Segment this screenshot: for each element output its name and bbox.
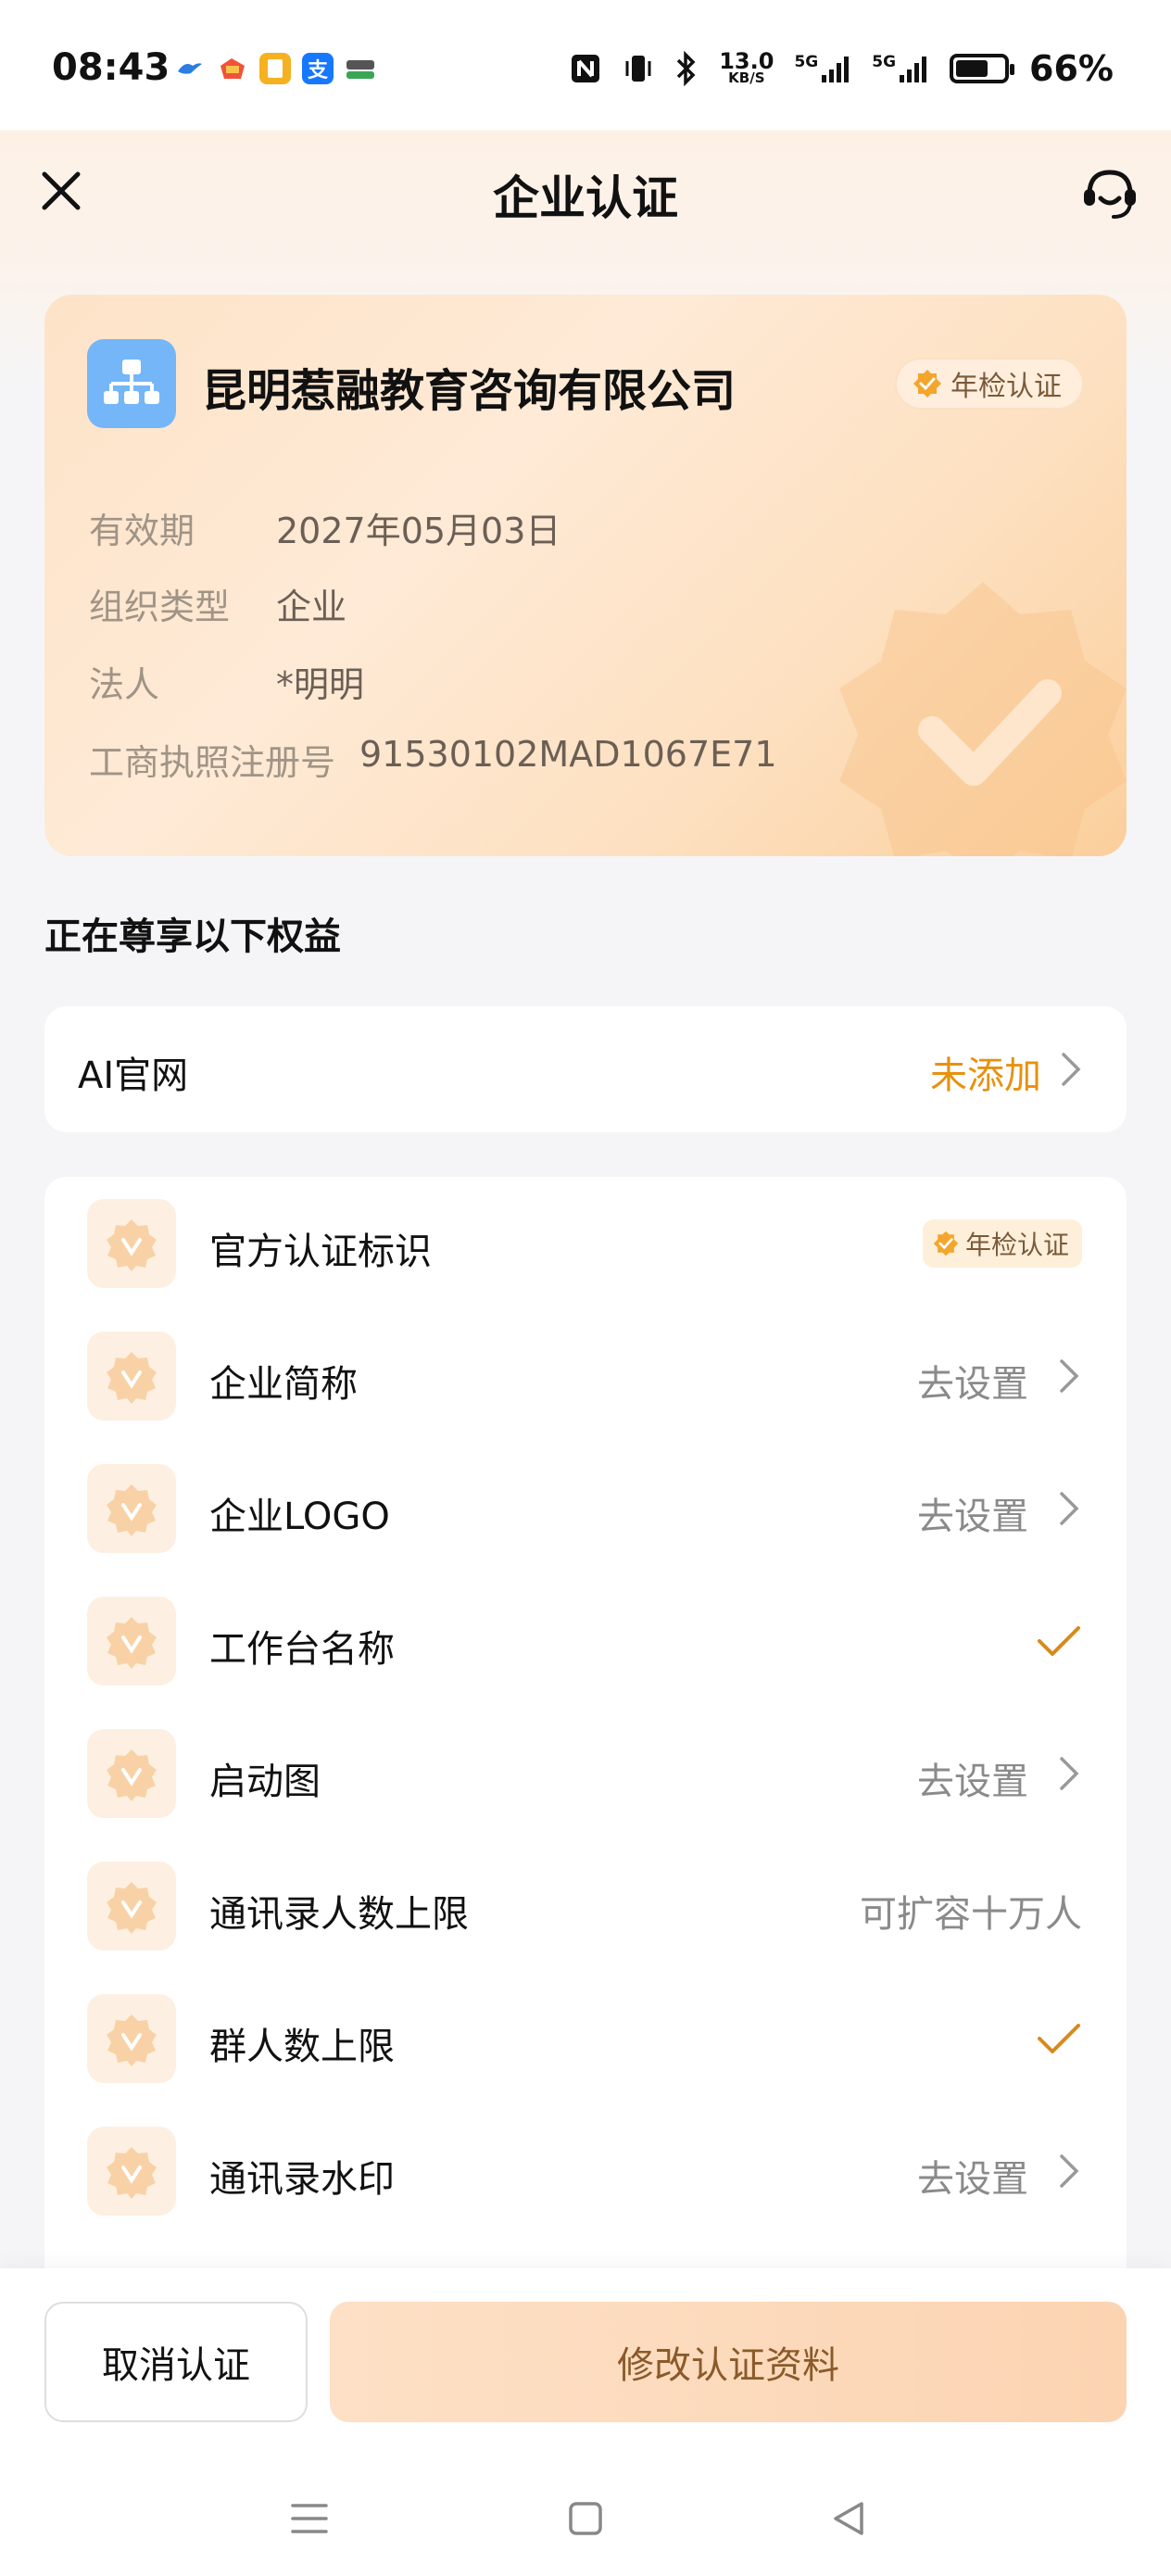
verified-badge-icon bbox=[933, 1231, 959, 1256]
vibrate-icon bbox=[625, 56, 651, 82]
ai-website-status: 未添加 bbox=[930, 1054, 1041, 1097]
benefits-section-title: 正在尊享以下权益 bbox=[44, 915, 341, 958]
checkmark-icon bbox=[1038, 1626, 1080, 1656]
home-icon[interactable] bbox=[558, 2491, 613, 2546]
chevron-right-icon bbox=[1060, 1492, 1079, 1525]
benefit-group-limit: 群人数上限 bbox=[44, 1972, 1127, 2103]
chevron-right-icon bbox=[1062, 1053, 1081, 1086]
info-row-registration-number: 工商执照注册号 91530102MAD1067E71 bbox=[89, 734, 777, 785]
info-value: 企业 bbox=[276, 587, 347, 627]
net-speed: 13.0 KB/S bbox=[719, 51, 774, 87]
menu-icon[interactable] bbox=[282, 2491, 337, 2546]
benefit-action[interactable]: 去设置 bbox=[917, 1354, 1028, 1408]
status-time: 08:43 bbox=[52, 46, 170, 89]
oppo-app-icon bbox=[345, 53, 376, 84]
chevron-right-icon bbox=[1060, 2154, 1079, 2188]
benefit-label: 通讯录人数上限 bbox=[209, 1893, 469, 1936]
info-label: 有效期 bbox=[89, 511, 195, 551]
battery-percent: 66% bbox=[1029, 48, 1114, 89]
signal-icon: 5G bbox=[872, 53, 929, 84]
cancel-verification-button[interactable]: 取消认证 bbox=[44, 2302, 308, 2422]
customer-service-icon[interactable] bbox=[1077, 159, 1143, 226]
benefit-logo[interactable]: 企业LOGO 去设置 bbox=[44, 1442, 1127, 1573]
info-row-org-type: 组织类型 企业 bbox=[89, 578, 346, 629]
benefit-splash-image[interactable]: 启动图 去设置 bbox=[44, 1707, 1127, 1838]
chevron-right-icon bbox=[1060, 1757, 1079, 1790]
benefit-v-icon bbox=[87, 1199, 176, 1288]
benefit-v-icon bbox=[87, 1597, 176, 1686]
verified-watermark-icon bbox=[839, 582, 1127, 856]
checkmark-icon bbox=[1038, 2024, 1080, 2053]
benefit-label: 群人数上限 bbox=[209, 2026, 395, 2068]
info-value: 2027年05月03日 bbox=[276, 511, 561, 551]
net-speed-unit: KB/S bbox=[728, 69, 765, 87]
benefit-action[interactable]: 去设置 bbox=[917, 1486, 1028, 1540]
status-bar: 08:43 支 13.0 KB/S 5G 5G 66% bbox=[0, 0, 1171, 130]
annual-badge-label: 年检认证 bbox=[951, 371, 1062, 403]
benefit-action[interactable]: 去设置 bbox=[917, 1751, 1028, 1805]
benefit-contacts-limit: 通讯录人数上限 可扩容十万人 bbox=[44, 1839, 1127, 1971]
info-row-legal-person: 法人 *明明 bbox=[89, 656, 364, 707]
chevron-right-icon bbox=[1060, 1359, 1079, 1393]
benefit-badge-label: 年检认证 bbox=[964, 1230, 1069, 1260]
benefit-v-icon bbox=[87, 1729, 176, 1818]
page-title: 企业认证 bbox=[493, 171, 678, 225]
game-app-icon bbox=[217, 53, 248, 84]
benefit-label: 企业简称 bbox=[209, 1363, 358, 1406]
signal-icon: 5G bbox=[794, 53, 851, 84]
benefit-label: 通讯录水印 bbox=[209, 2158, 395, 2201]
benefit-v-icon bbox=[87, 2127, 176, 2216]
benefit-v-icon bbox=[87, 1994, 176, 2083]
ai-website-label: AI官网 bbox=[78, 1054, 189, 1097]
info-label: 工商执照注册号 bbox=[89, 742, 336, 783]
system-navigation-bar bbox=[0, 2491, 1171, 2556]
company-logo-icon bbox=[87, 339, 176, 428]
svg-text:支: 支 bbox=[308, 59, 329, 82]
benefit-label: 工作台名称 bbox=[209, 1628, 395, 1671]
info-label: 法人 bbox=[89, 664, 160, 705]
benefit-official-mark: 官方认证标识 年检认证 bbox=[44, 1177, 1127, 1308]
benefit-v-icon bbox=[87, 1464, 176, 1553]
annual-verification-badge: 年检认证 bbox=[922, 1219, 1082, 1268]
status-indicators: 13.0 KB/S 5G 5G 66% bbox=[569, 48, 1114, 89]
bird-app-icon bbox=[174, 53, 206, 84]
benefit-label: 启动图 bbox=[209, 1761, 321, 1803]
company-info-card: 昆明惹融教育咨询有限公司 年检认证 有效期 2027年05月03日 组织类型 企… bbox=[44, 295, 1127, 856]
alipay-app-icon: 支 bbox=[302, 53, 334, 84]
info-value: *明明 bbox=[276, 664, 365, 705]
benefit-label: 企业LOGO bbox=[209, 1496, 390, 1538]
bluetooth-icon bbox=[676, 51, 696, 86]
bottom-action-bar: 取消认证 修改认证资料 bbox=[0, 2268, 1171, 2576]
ai-website-row[interactable]: AI官网 未添加 bbox=[44, 1006, 1127, 1132]
benefit-label: 官方认证标识 bbox=[209, 1231, 432, 1273]
info-label: 组织类型 bbox=[89, 587, 231, 627]
benefit-v-icon bbox=[87, 1862, 176, 1951]
nfc-icon bbox=[572, 55, 600, 82]
info-value: 91530102MAD1067E71 bbox=[359, 734, 777, 775]
verified-badge-icon bbox=[913, 370, 941, 398]
benefit-v-icon bbox=[87, 1332, 176, 1421]
signal-1-label: 5G bbox=[794, 53, 819, 71]
benefit-contacts-watermark[interactable]: 通讯录水印 去设置 bbox=[44, 2104, 1127, 2236]
benefit-value-text: 可扩容十万人 bbox=[860, 1893, 1082, 1936]
benefit-short-name[interactable]: 企业简称 去设置 bbox=[44, 1309, 1127, 1441]
benefit-action[interactable]: 去设置 bbox=[917, 2149, 1028, 2203]
nav-bar: 企业认证 bbox=[0, 130, 1171, 250]
annual-verification-badge: 年检认证 bbox=[895, 358, 1084, 410]
notification-app-icons: 支 bbox=[174, 53, 376, 84]
benefits-list: 官方认证标识 年检认证 企业简称 去设置 企业LOGO 去设置 工作台名称 启动… bbox=[44, 1177, 1127, 2289]
company-name: 昆明惹融教育咨询有限公司 bbox=[202, 365, 737, 417]
benefit-workbench-name: 工作台名称 bbox=[44, 1574, 1127, 1706]
info-row-validity: 有效期 2027年05月03日 bbox=[89, 502, 560, 553]
signal-2-label: 5G bbox=[872, 53, 897, 71]
back-icon[interactable] bbox=[823, 2491, 878, 2546]
notes-app-icon bbox=[259, 53, 291, 84]
modify-verification-button[interactable]: 修改认证资料 bbox=[330, 2302, 1127, 2422]
battery-icon bbox=[950, 54, 1015, 83]
